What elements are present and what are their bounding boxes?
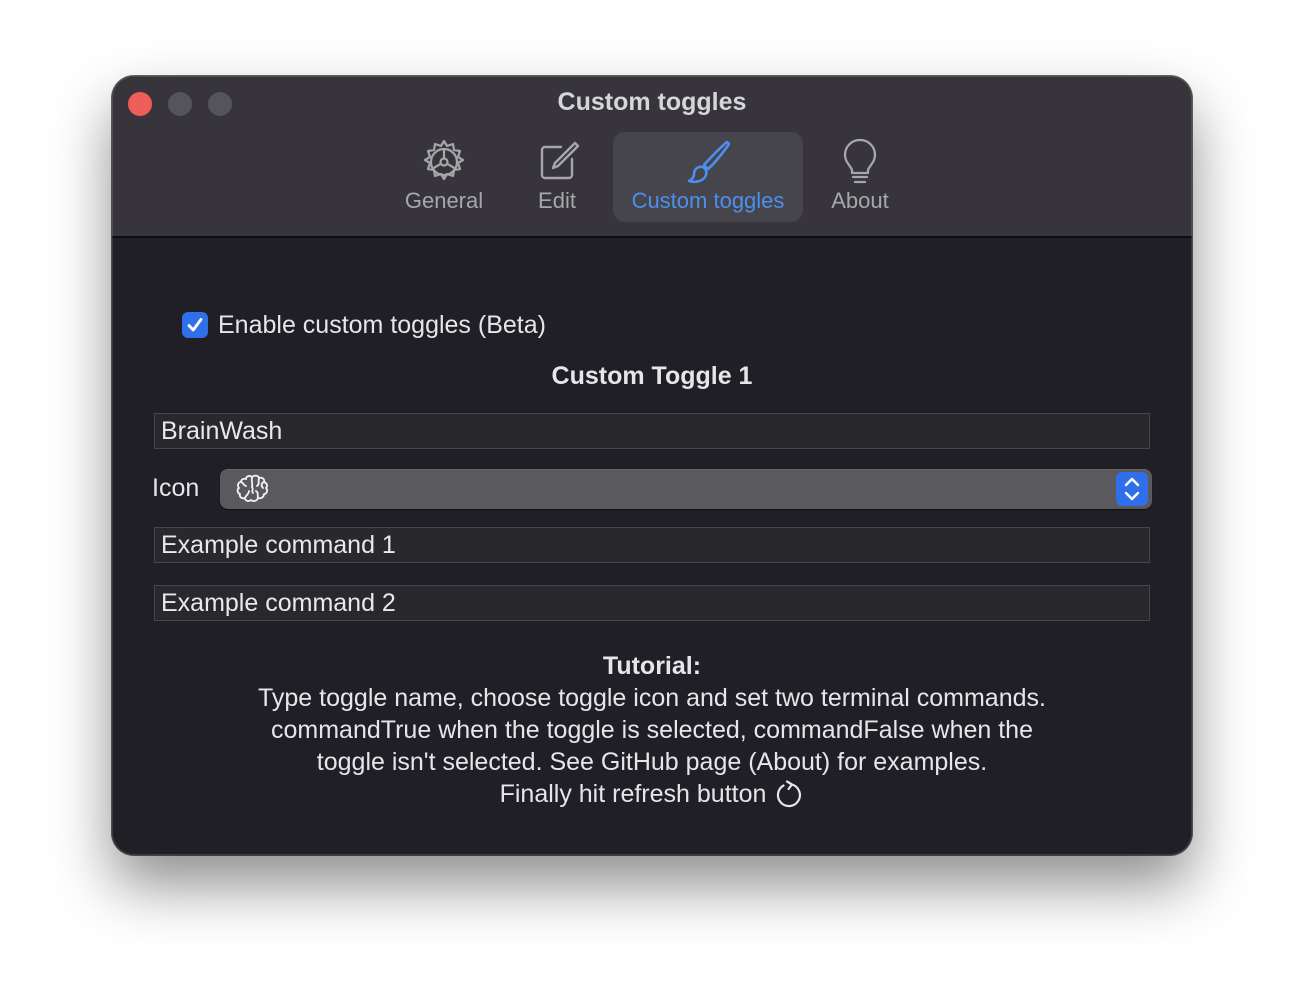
- preferences-window: Custom toggles General Edit Custom toggl…: [112, 76, 1192, 855]
- tab-about-label: About: [831, 188, 889, 213]
- lightbulb-icon: [843, 138, 877, 184]
- section-title: Custom Toggle 1: [551, 362, 753, 390]
- refresh-icon: [777, 780, 802, 808]
- popup-stepper-arrows[interactable]: [1116, 472, 1148, 506]
- enable-custom-toggles-row[interactable]: Enable custom toggles (Beta): [182, 310, 546, 340]
- command-false-field[interactable]: Example command 2: [154, 585, 1150, 621]
- chevron-up-down-icon: [1124, 477, 1140, 501]
- tab-about[interactable]: About: [820, 132, 900, 222]
- tab-general[interactable]: General: [391, 132, 497, 222]
- edit-square-icon: [540, 141, 580, 180]
- tutorial-title: Tutorial:: [602, 652, 702, 680]
- command-true-field[interactable]: Example command 1: [154, 527, 1150, 563]
- tutorial-text: Tutorial: Type toggle name, choose toggl…: [112, 650, 1192, 810]
- gear-icon: [423, 139, 465, 181]
- tutorial-line-4-text: Finally hit refresh button: [499, 780, 767, 808]
- icon-popup-button[interactable]: [220, 469, 1152, 509]
- tutorial-line-4: Finally hit refresh button: [500, 778, 805, 810]
- tutorial-line-2: commandTrue when the toggle is selected,…: [271, 716, 1033, 744]
- tab-custom-toggles[interactable]: Custom toggles: [613, 132, 803, 222]
- enable-custom-toggles-label: Enable custom toggles (Beta): [218, 310, 546, 339]
- paintbrush-icon: [687, 140, 731, 184]
- brain-icon: [236, 474, 268, 502]
- tab-edit-label: Edit: [538, 188, 576, 213]
- window-title: Custom toggles: [557, 88, 747, 116]
- toggle-name-field[interactable]: BrainWash: [154, 413, 1150, 449]
- icon-label: Icon: [152, 474, 200, 502]
- tutorial-line-3: toggle isn't selected. See GitHub page (…: [316, 748, 988, 776]
- titlebar: Custom toggles General Edit Custom toggl…: [112, 76, 1192, 238]
- tab-custom-toggles-label: Custom toggles: [631, 188, 785, 213]
- tab-general-label: General: [404, 188, 484, 213]
- custom-toggles-pane: Enable custom toggles (Beta) Custom Togg…: [112, 238, 1192, 855]
- checkmark-icon: [187, 318, 203, 332]
- tutorial-line-1: Type toggle name, choose toggle icon and…: [258, 684, 1046, 712]
- tab-edit[interactable]: Edit: [517, 132, 597, 222]
- enable-custom-toggles-checkbox[interactable]: [182, 312, 208, 338]
